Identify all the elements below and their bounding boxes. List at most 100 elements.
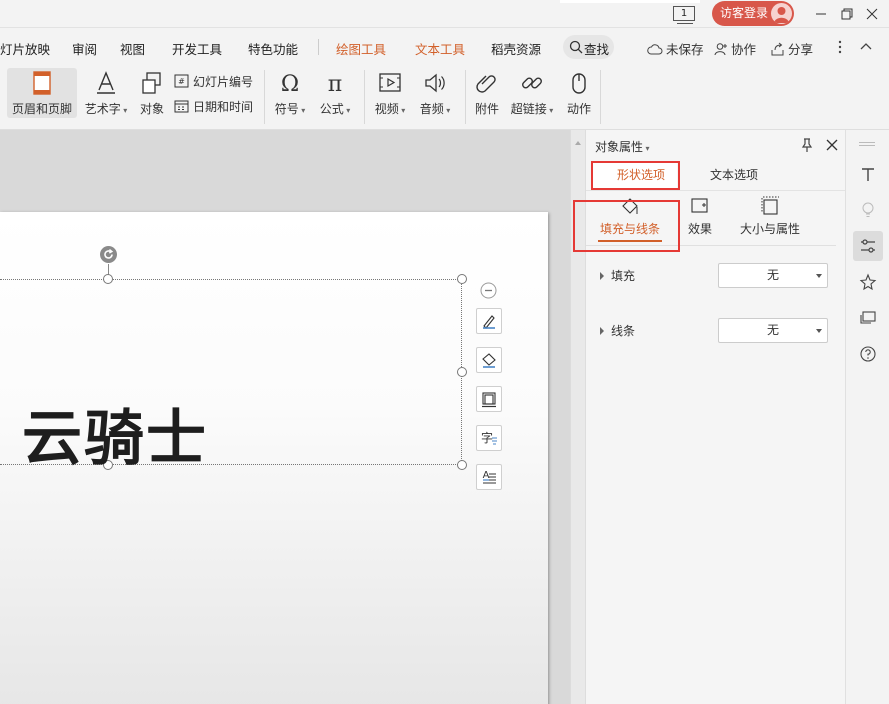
star-icon[interactable] xyxy=(853,267,883,297)
avatar-icon xyxy=(771,3,792,24)
speaker-icon xyxy=(425,73,445,93)
lightbulb-icon[interactable] xyxy=(853,195,883,225)
action-label: 动作 xyxy=(566,102,591,116)
hyperlink-label: 超链接 xyxy=(510,102,547,116)
menu-view[interactable]: 视图 xyxy=(120,39,145,58)
panel-title: 对象属性 xyxy=(595,140,644,154)
formula-button[interactable]: π 公式 ▾ xyxy=(315,68,355,118)
menu-text-tools[interactable]: 文本工具 xyxy=(415,39,465,58)
text-wrap-button[interactable]: 字 xyxy=(476,425,502,451)
effect-icon xyxy=(691,198,708,213)
fill-value: 无 xyxy=(766,268,779,282)
slide-number-icon: # xyxy=(174,74,189,88)
resize-handle[interactable] xyxy=(103,274,113,284)
paint-bucket-icon xyxy=(482,353,496,368)
user-plus-icon xyxy=(714,42,727,55)
unsaved-label: 未保存 xyxy=(666,42,704,57)
title-bar: 1 访客登录 xyxy=(0,0,889,28)
menu-developer[interactable]: 开发工具 xyxy=(172,39,222,58)
action-button[interactable]: 动作 xyxy=(562,68,596,118)
audio-button[interactable]: 音频 ▾ xyxy=(415,68,455,118)
text-icon[interactable] xyxy=(853,159,883,189)
outline-button[interactable] xyxy=(476,386,502,412)
share-label: 分享 xyxy=(788,42,814,57)
symbol-label: 符号 xyxy=(274,102,299,116)
menu-separator xyxy=(318,39,319,55)
close-panel-icon[interactable] xyxy=(824,137,840,153)
collapse-minus-icon[interactable] xyxy=(480,282,497,299)
collapse-ribbon-icon[interactable] xyxy=(858,38,874,54)
art-text-button[interactable]: 艺术字 ▾ xyxy=(82,68,130,118)
subtab-size-and-properties[interactable]: 大小与属性 xyxy=(738,196,802,237)
video-button[interactable]: 视频 ▾ xyxy=(370,68,410,118)
menu-docer-resources[interactable]: 稻壳资源 xyxy=(491,39,541,58)
slide-number-button[interactable]: # 幻灯片编号 xyxy=(174,71,253,91)
line-dropdown[interactable]: 无 xyxy=(718,318,828,343)
close-icon[interactable] xyxy=(862,4,882,24)
fill-section-toggle[interactable]: 填充 xyxy=(599,267,635,284)
date-time-button[interactable]: 日期和时间 xyxy=(174,96,253,116)
tab-text-options[interactable]: 文本选项 xyxy=(710,166,758,183)
slide-transition-icon[interactable] xyxy=(853,303,883,333)
slide-title-text[interactable]: 云骑士 xyxy=(22,390,208,477)
style-brush-button[interactable] xyxy=(476,308,502,334)
guest-login-label: 访客登录 xyxy=(720,6,769,20)
svg-text:π: π xyxy=(328,72,342,96)
rotate-handle-icon[interactable] xyxy=(99,245,118,264)
minimize-icon[interactable] xyxy=(811,4,831,24)
properties-sliders-icon[interactable] xyxy=(853,231,883,261)
menu-features[interactable]: 特色功能 xyxy=(248,39,298,58)
formula-label: 公式 xyxy=(319,102,344,116)
help-icon[interactable] xyxy=(853,339,883,369)
object-icon xyxy=(142,72,161,94)
header-footer-button[interactable]: 页眉和页脚 xyxy=(7,68,77,118)
share-button[interactable]: 分享 xyxy=(770,39,813,58)
menu-slideshow[interactable]: 灯片放映 xyxy=(0,39,50,58)
pi-icon: π xyxy=(328,72,342,96)
resize-handle[interactable] xyxy=(457,274,467,284)
unsaved-button[interactable]: 未保存 xyxy=(647,39,704,58)
share-icon xyxy=(771,42,784,55)
svg-text:字: 字 xyxy=(481,430,493,445)
hyperlink-button[interactable]: 超链接 ▾ xyxy=(508,68,556,118)
fill-dropdown[interactable]: 无 xyxy=(718,263,828,288)
brush-icon xyxy=(483,315,495,329)
line-label: 线条 xyxy=(611,324,636,338)
search-button[interactable]: 查找 xyxy=(563,35,614,59)
art-text-label: 艺术字 xyxy=(84,102,121,116)
resize-handle[interactable] xyxy=(457,367,467,377)
guest-login-button[interactable]: 访客登录 xyxy=(712,1,794,26)
menu-drawing-tools[interactable]: 绘图工具 xyxy=(336,39,386,58)
subtab-effect[interactable]: 效果 xyxy=(683,196,717,237)
restore-icon[interactable] xyxy=(837,4,857,24)
art-text-icon xyxy=(97,71,115,94)
slide-canvas[interactable]: 云骑士 字 A xyxy=(0,130,570,704)
expand-caret-icon xyxy=(600,326,604,335)
resize-handle[interactable] xyxy=(457,460,467,470)
attachment-button[interactable]: 附件 xyxy=(470,68,504,118)
menu-review[interactable]: 审阅 xyxy=(72,39,97,58)
menu-bar: 灯片放映 审阅 视图 开发工具 特色功能 绘图工具 文本工具 稻壳资源 查找 未… xyxy=(0,28,889,64)
date-time-label: 日期和时间 xyxy=(193,99,254,114)
ribbon-separator xyxy=(600,70,601,124)
more-icon[interactable] xyxy=(836,39,844,55)
object-button[interactable]: 对象 xyxy=(135,68,169,118)
text-format-button[interactable]: A xyxy=(476,464,502,490)
collab-button[interactable]: 协作 xyxy=(714,39,756,58)
panel-title-dropdown[interactable]: 对象属性 ▾ xyxy=(595,138,650,155)
omega-icon: Ω xyxy=(281,72,299,96)
right-sidebar xyxy=(845,130,889,704)
object-label: 对象 xyxy=(139,102,164,116)
mouse-icon xyxy=(572,73,586,94)
pin-icon[interactable] xyxy=(799,137,815,153)
symbol-button[interactable]: Ω 符号 ▾ xyxy=(270,68,310,118)
audio-label: 音频 xyxy=(419,102,444,116)
page-indicator[interactable]: 1 xyxy=(673,6,695,24)
scroll-up-icon xyxy=(575,141,581,145)
attachment-label: 附件 xyxy=(474,102,499,116)
highlight-box xyxy=(591,161,680,190)
line-section-toggle[interactable]: 线条 xyxy=(599,322,635,339)
header-footer-icon xyxy=(33,71,51,95)
subtab-effect-label: 效果 xyxy=(687,222,712,236)
fill-button[interactable] xyxy=(476,347,502,373)
